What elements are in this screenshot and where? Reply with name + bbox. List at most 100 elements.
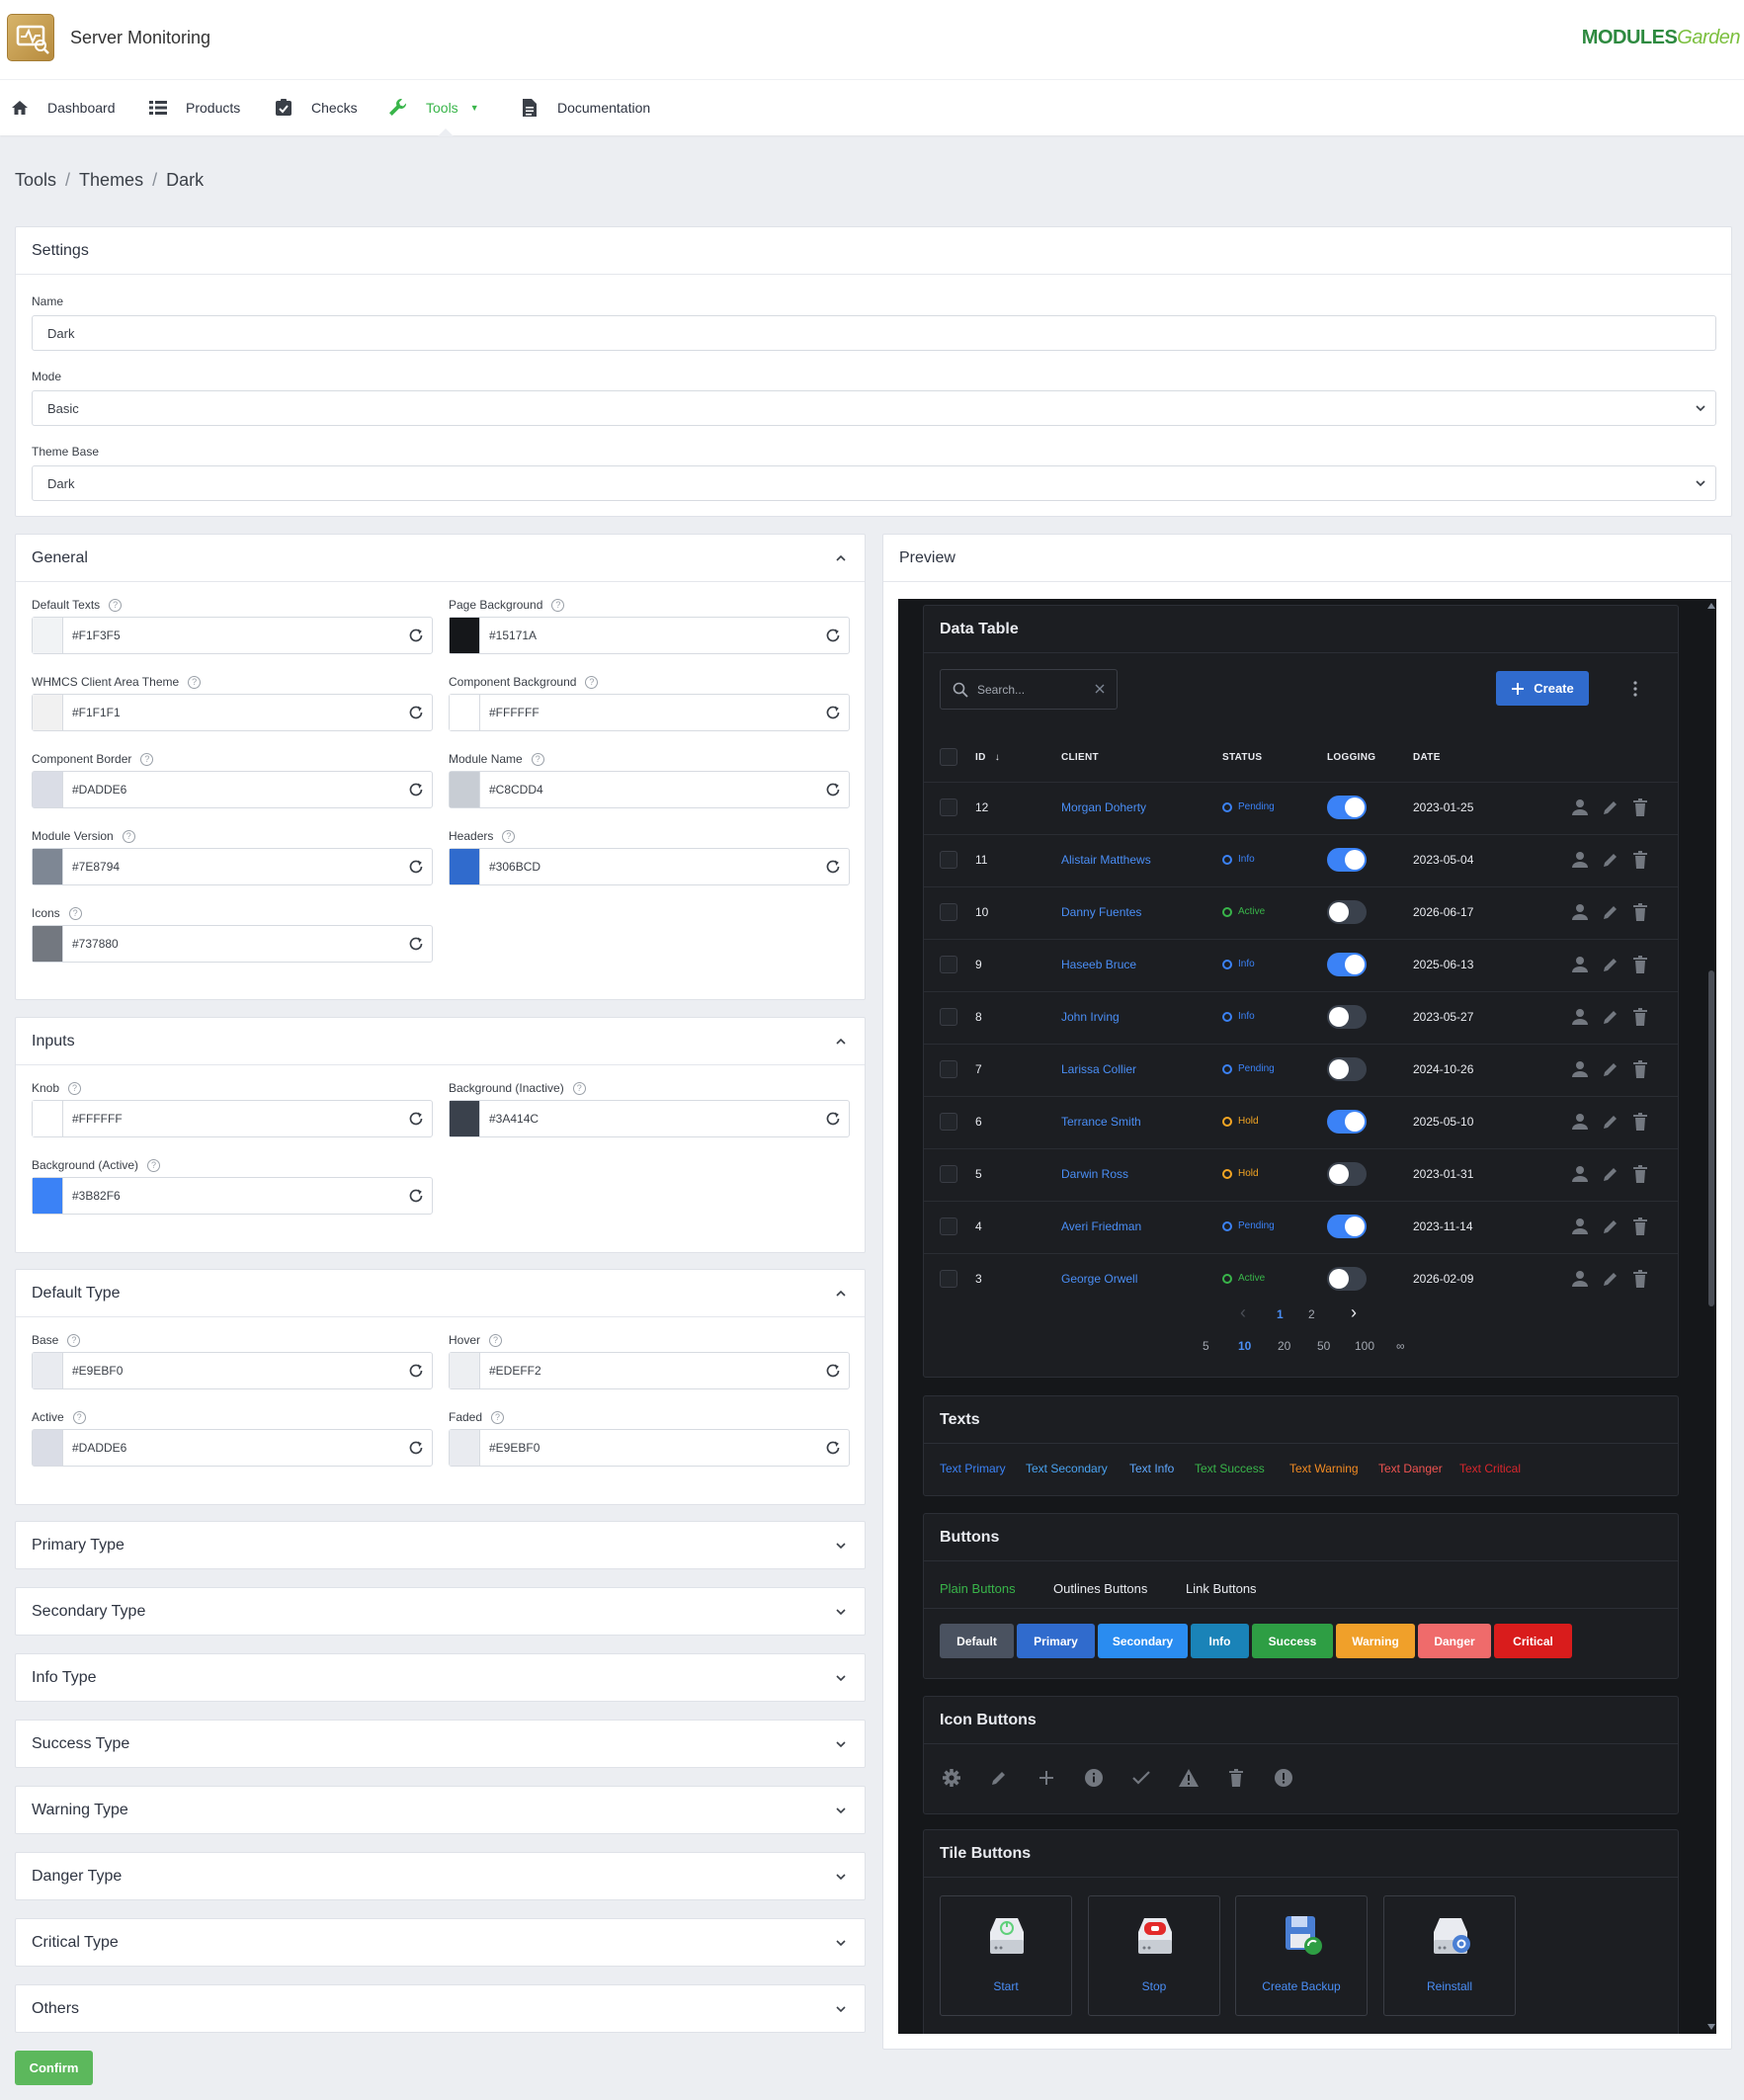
app-logo-icon[interactable] xyxy=(7,14,54,61)
chevron-down-icon[interactable] xyxy=(833,2001,849,2017)
col-status-header[interactable]: STATUS xyxy=(1222,752,1262,763)
mode-select[interactable]: Basic xyxy=(32,390,1716,426)
reset-icon[interactable] xyxy=(407,935,425,953)
hover-color-input[interactable]: #EDEFF2 xyxy=(449,1352,850,1389)
tab-outlines-buttons[interactable]: Outlines Buttons xyxy=(1053,1581,1147,1596)
row-client-link[interactable]: Morgan Doherty xyxy=(1061,800,1146,814)
trash-icon[interactable] xyxy=(1632,1270,1648,1288)
logging-toggle[interactable] xyxy=(1327,796,1367,819)
success-type-card[interactable]: Success Type xyxy=(15,1720,866,1768)
user-icon[interactable] xyxy=(1571,1270,1589,1288)
scroll-up-arrow-icon[interactable] xyxy=(1706,601,1716,611)
row-checkbox[interactable] xyxy=(940,1060,957,1078)
whmcs-client-area-theme-color-swatch[interactable] xyxy=(33,695,63,730)
component-background-color-swatch[interactable] xyxy=(450,695,480,730)
chevron-down-icon[interactable] xyxy=(833,1869,849,1885)
secondary-button[interactable]: Secondary xyxy=(1098,1624,1188,1658)
pencil-icon[interactable] xyxy=(1602,1165,1619,1183)
base-color-input[interactable]: #E9EBF0 xyxy=(32,1352,433,1389)
help-icon[interactable]: ? xyxy=(551,598,565,612)
knob-color-swatch[interactable] xyxy=(33,1101,63,1136)
headers-color-swatch[interactable] xyxy=(450,849,480,884)
component-background-color-input[interactable]: #FFFFFF xyxy=(449,694,850,731)
col-logging-header[interactable]: LOGGING xyxy=(1327,752,1375,763)
reset-icon[interactable] xyxy=(407,1362,425,1380)
icons-color-swatch[interactable] xyxy=(33,926,63,962)
user-icon[interactable] xyxy=(1571,1060,1589,1078)
default-button[interactable]: Default xyxy=(940,1624,1014,1658)
info-type-header[interactable]: Info Type xyxy=(16,1654,865,1702)
trash-icon[interactable] xyxy=(1632,1113,1648,1131)
page-background-color-swatch[interactable] xyxy=(450,618,480,653)
reset-icon[interactable] xyxy=(407,781,425,798)
nav-dashboard[interactable]: Dashboard xyxy=(10,98,116,118)
gear-icon[interactable] xyxy=(940,1766,963,1790)
row-checkbox[interactable] xyxy=(940,1165,957,1183)
help-icon[interactable]: ? xyxy=(68,1081,82,1095)
chevron-down-icon[interactable] xyxy=(833,1736,849,1752)
trash-icon[interactable] xyxy=(1632,1060,1648,1078)
background-inactive-color-input[interactable]: #3A414C xyxy=(449,1100,850,1137)
confirm-button[interactable]: Confirm xyxy=(15,2051,93,2085)
row-checkbox[interactable] xyxy=(940,851,957,869)
default-texts-color-input[interactable]: #F1F3F5 xyxy=(32,617,433,654)
whmcs-client-area-theme-color-input[interactable]: #F1F1F1 xyxy=(32,694,433,731)
active-color-input[interactable]: #DADDE6 xyxy=(32,1429,433,1467)
module-name-color-swatch[interactable] xyxy=(450,772,480,807)
faded-color-input[interactable]: #E9EBF0 xyxy=(449,1429,850,1467)
pencil-icon[interactable] xyxy=(1602,903,1619,921)
background-inactive-color-swatch[interactable] xyxy=(450,1101,480,1136)
create-button[interactable]: Create xyxy=(1496,671,1589,706)
help-icon[interactable]: ? xyxy=(585,675,599,689)
default-type-header[interactable]: Default Type xyxy=(16,1270,865,1317)
faded-color-swatch[interactable] xyxy=(450,1430,480,1466)
trash-icon[interactable] xyxy=(1632,851,1648,869)
page-size-50-button[interactable]: 50 xyxy=(1317,1339,1330,1353)
info-icon[interactable] xyxy=(1082,1766,1106,1790)
row-checkbox[interactable] xyxy=(940,1113,957,1131)
tab-link-buttons[interactable]: Link Buttons xyxy=(1186,1581,1257,1596)
secondary-type-card[interactable]: Secondary Type xyxy=(15,1587,866,1636)
alert-icon[interactable] xyxy=(1272,1766,1295,1790)
info-button[interactable]: Info xyxy=(1191,1624,1249,1658)
pencil-icon[interactable] xyxy=(987,1766,1011,1790)
row-client-link[interactable]: Darwin Ross xyxy=(1061,1167,1128,1181)
trash-icon[interactable] xyxy=(1632,1218,1648,1235)
trash-icon[interactable] xyxy=(1632,1008,1648,1026)
row-client-link[interactable]: Haseeb Bruce xyxy=(1061,958,1136,971)
headers-color-input[interactable]: #306BCD xyxy=(449,848,850,885)
component-border-color-swatch[interactable] xyxy=(33,772,63,807)
plus-icon[interactable] xyxy=(1035,1766,1058,1790)
chevron-up-icon[interactable] xyxy=(833,1286,849,1302)
reset-icon[interactable] xyxy=(407,858,425,876)
others-card[interactable]: Others xyxy=(15,1984,866,2033)
row-checkbox[interactable] xyxy=(940,1008,957,1026)
active-color-swatch[interactable] xyxy=(33,1430,63,1466)
danger-type-card[interactable]: Danger Type xyxy=(15,1852,866,1900)
trash-icon[interactable] xyxy=(1632,956,1648,973)
logging-toggle[interactable] xyxy=(1327,1215,1367,1238)
tile-reinstall[interactable]: Reinstall xyxy=(1383,1895,1516,2016)
help-icon[interactable]: ? xyxy=(572,1081,586,1095)
pencil-icon[interactable] xyxy=(1602,1113,1619,1131)
col-id-header[interactable]: ID ↓ xyxy=(975,752,1000,763)
row-client-link[interactable]: Averi Friedman xyxy=(1061,1219,1141,1233)
row-checkbox[interactable] xyxy=(940,903,957,921)
help-icon[interactable]: ? xyxy=(188,675,202,689)
success-type-header[interactable]: Success Type xyxy=(16,1721,865,1768)
name-input[interactable]: Dark xyxy=(32,315,1716,351)
row-client-link[interactable]: Alistair Matthews xyxy=(1061,853,1151,867)
chevron-down-icon[interactable] xyxy=(833,1935,849,1951)
row-client-link[interactable]: Danny Fuentes xyxy=(1061,905,1141,919)
pencil-icon[interactable] xyxy=(1602,798,1619,816)
reset-icon[interactable] xyxy=(824,781,842,798)
reset-icon[interactable] xyxy=(824,1362,842,1380)
reset-icon[interactable] xyxy=(824,1110,842,1128)
tile-start[interactable]: Start xyxy=(940,1895,1072,2016)
warning-type-card[interactable]: Warning Type xyxy=(15,1786,866,1834)
trash-icon[interactable] xyxy=(1632,798,1648,816)
chevron-down-icon[interactable] xyxy=(833,1803,849,1818)
warning-type-header[interactable]: Warning Type xyxy=(16,1787,865,1834)
help-icon[interactable]: ? xyxy=(489,1333,503,1347)
row-checkbox[interactable] xyxy=(940,1218,957,1235)
